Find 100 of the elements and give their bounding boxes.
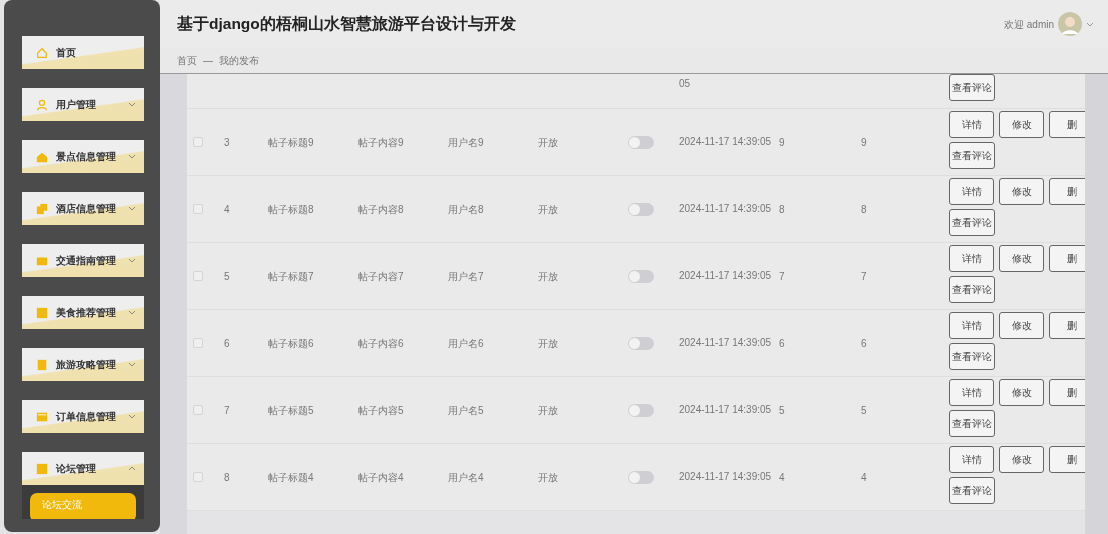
- table-cell: 5: [224, 270, 230, 282]
- toggle-switch[interactable]: [628, 336, 654, 350]
- table-cell: 帖子标题7: [268, 270, 314, 282]
- chevron-icon: [128, 466, 136, 471]
- table-cell: 用户名4: [448, 471, 484, 483]
- table-cell: 7: [224, 404, 230, 416]
- caret-icon[interactable]: [1086, 21, 1094, 27]
- row-checkbox[interactable]: [193, 472, 203, 482]
- action-button[interactable]: 查看评论: [949, 276, 995, 303]
- action-button[interactable]: 查看评论: [949, 74, 995, 101]
- table-cell: 帖子内容5: [358, 404, 404, 416]
- menu-item[interactable]: 用户管理: [22, 88, 144, 121]
- app-title: 基于django的梧桐山水智慧旅游平台设计与开发: [177, 14, 517, 35]
- table-cell: 用户名8: [448, 203, 484, 215]
- table-cell: 帖子标题4: [268, 471, 314, 483]
- action-button[interactable]: 删: [1049, 446, 1085, 473]
- menu-item[interactable]: 美食推荐管理: [22, 296, 144, 329]
- squares-icon: [36, 202, 48, 215]
- table-cell: 开放: [538, 203, 558, 215]
- menu-item[interactable]: 交通指南管理: [22, 244, 144, 277]
- action-button[interactable]: 修改: [999, 312, 1044, 339]
- house-icon: [36, 150, 48, 163]
- menu-item[interactable]: 订单信息管理: [22, 400, 144, 433]
- table-cell: 7: [779, 270, 785, 282]
- table-cell: 用户名6: [448, 337, 484, 349]
- card-icon: [36, 410, 48, 423]
- table-cell: 6: [779, 337, 785, 349]
- table-cell: 开放: [538, 136, 558, 148]
- menu-item[interactable]: 酒店信息管理: [22, 192, 144, 225]
- menu-item[interactable]: 论坛管理: [22, 452, 144, 485]
- chevron-icon: [128, 310, 136, 315]
- row-checkbox[interactable]: [193, 405, 203, 415]
- square-icon: [36, 358, 48, 371]
- action-button[interactable]: 详情: [949, 379, 994, 406]
- table-cell-text: 2024-11-17 14:39:05: [679, 470, 773, 485]
- table-cell: 帖子内容7: [358, 270, 404, 282]
- avatar-icon[interactable]: [1058, 12, 1082, 36]
- action-button[interactable]: 详情: [949, 245, 994, 272]
- action-button[interactable]: 修改: [999, 111, 1044, 138]
- table-cell: 4: [779, 471, 785, 483]
- table-cell: 9: [779, 136, 785, 148]
- row-checkbox[interactable]: [193, 338, 203, 348]
- toggle-switch[interactable]: [628, 269, 654, 283]
- breadcrumb-separator: —: [203, 54, 213, 68]
- table-cell: 开放: [538, 270, 558, 282]
- table-cell: 开放: [538, 337, 558, 349]
- action-button[interactable]: 详情: [949, 312, 994, 339]
- action-button[interactable]: 修改: [999, 379, 1044, 406]
- toggle-switch[interactable]: [628, 470, 654, 484]
- menu-item[interactable]: 首页: [22, 36, 144, 69]
- row-checkbox[interactable]: [193, 137, 203, 147]
- action-button[interactable]: 详情: [949, 446, 994, 473]
- table-cell: 4: [224, 203, 230, 215]
- welcome-text: 欢迎 admin: [1004, 17, 1054, 32]
- breadcrumb-link[interactable]: 首页: [177, 53, 197, 68]
- action-button[interactable]: 删: [1049, 379, 1085, 406]
- chevron-icon: [128, 258, 136, 263]
- table-cell: 8: [861, 203, 867, 215]
- chevron-icon: [128, 362, 136, 367]
- action-button[interactable]: 修改: [999, 446, 1044, 473]
- action-button[interactable]: 删: [1049, 312, 1085, 339]
- action-button[interactable]: 查看评论: [949, 410, 995, 437]
- table-cell-text: 2024-11-17 14:39:05: [679, 135, 773, 150]
- action-button[interactable]: 查看评论: [949, 209, 995, 236]
- table-cell: 6: [224, 337, 230, 349]
- chevron-icon: [128, 154, 136, 159]
- toggle-switch[interactable]: [628, 202, 654, 216]
- row-checkbox[interactable]: [193, 204, 203, 214]
- toggle-switch[interactable]: [628, 135, 654, 149]
- table-cell-text: 2024-11-17 14:39:05: [679, 202, 773, 217]
- table-cell: 帖子标题8: [268, 203, 314, 215]
- table-cell: 开放: [538, 404, 558, 416]
- table-cell-text: 2024-11-17 14:39:05: [679, 336, 773, 351]
- table-cell: 5: [861, 404, 867, 416]
- table-cell: 9: [861, 136, 867, 148]
- chevron-icon: [128, 206, 136, 211]
- action-button[interactable]: 删: [1049, 111, 1085, 138]
- action-button[interactable]: 详情: [949, 111, 994, 138]
- action-button[interactable]: 删: [1049, 178, 1085, 205]
- square-icon: [36, 306, 48, 319]
- action-button[interactable]: 查看评论: [949, 343, 995, 370]
- action-button[interactable]: 删: [1049, 245, 1085, 272]
- action-button[interactable]: 修改: [999, 178, 1044, 205]
- table-cell: 帖子内容6: [358, 337, 404, 349]
- user-icon: [36, 98, 48, 111]
- table-cell-text: 2024-11-17 14:39:05: [679, 269, 773, 284]
- table-cell: 8: [779, 203, 785, 215]
- chevron-icon: [128, 102, 136, 107]
- breadcrumb-link[interactable]: 我的发布: [219, 53, 259, 68]
- action-button[interactable]: 修改: [999, 245, 1044, 272]
- action-button[interactable]: 查看评论: [949, 477, 995, 504]
- toggle-switch[interactable]: [628, 403, 654, 417]
- table-cell: 用户名9: [448, 136, 484, 148]
- table-cell-text: 2024-11-17 14:39:05: [679, 403, 773, 418]
- menu-item[interactable]: 景点信息管理: [22, 140, 144, 173]
- action-button[interactable]: 详情: [949, 178, 994, 205]
- action-button[interactable]: 查看评论: [949, 142, 995, 169]
- row-checkbox[interactable]: [193, 271, 203, 281]
- menu-item[interactable]: 旅游攻略管理: [22, 348, 144, 381]
- table-cell: 3: [224, 136, 230, 148]
